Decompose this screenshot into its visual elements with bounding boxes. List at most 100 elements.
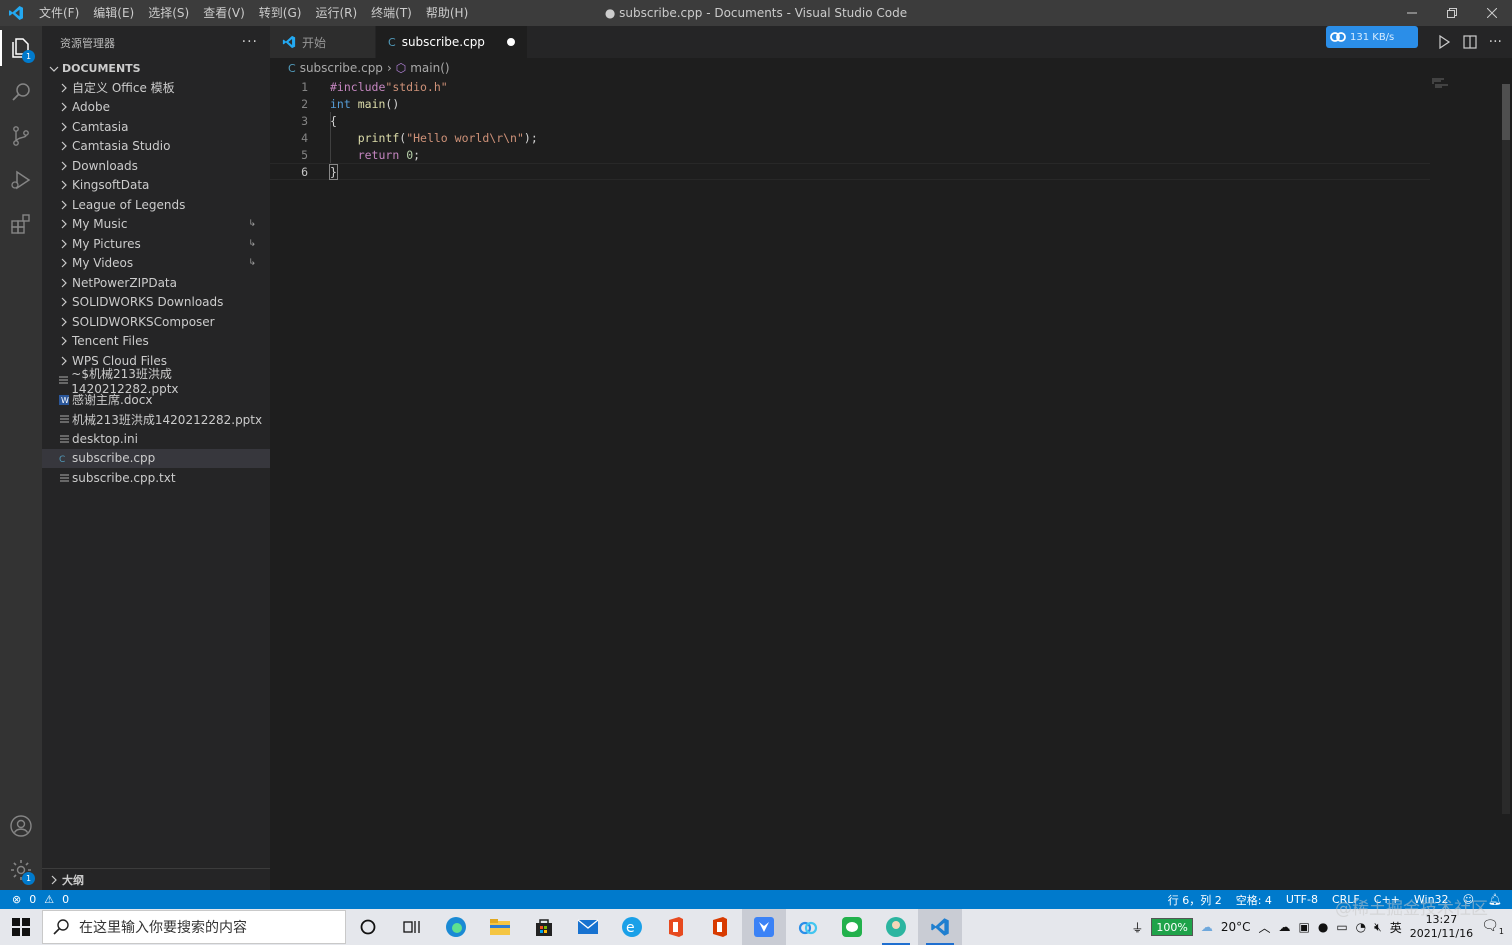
line-number: 6	[301, 164, 308, 179]
taskbar-ie[interactable]: e	[610, 909, 654, 945]
menu-terminal[interactable]: 终端(T)	[364, 0, 419, 26]
menu-selection[interactable]: 选择(S)	[141, 0, 196, 26]
qq-icon[interactable]: ●	[1318, 920, 1328, 934]
display-icon[interactable]: ▣	[1298, 920, 1309, 934]
more-actions-button[interactable]: ···	[242, 34, 258, 50]
restore-icon	[1447, 8, 1457, 18]
breadcrumb-file[interactable]: subscribe.cpp	[300, 61, 383, 75]
taskbar-mail[interactable]	[566, 909, 610, 945]
title-bar: 文件(F) 编辑(E) 选择(S) 查看(V) 转到(G) 运行(R) 终端(T…	[0, 0, 1512, 26]
tab-welcome[interactable]: 开始	[270, 26, 376, 58]
menu-view[interactable]: 查看(V)	[196, 0, 252, 26]
editor-scrollbar[interactable]	[1502, 84, 1510, 814]
tree-folder[interactable]: Tencent Files	[42, 332, 270, 352]
activity-accounts[interactable]	[0, 804, 42, 848]
split-editor-icon[interactable]	[1463, 35, 1477, 49]
activity-search[interactable]	[0, 70, 42, 114]
menu-file[interactable]: 文件(F)	[32, 0, 86, 26]
scrollbar-thumb[interactable]	[1502, 84, 1510, 140]
minimize-button[interactable]	[1392, 0, 1432, 26]
tab-subscribe-cpp[interactable]: C subscribe.cpp	[376, 26, 528, 58]
restore-button[interactable]	[1432, 0, 1472, 26]
problems-indicator[interactable]: ⊗ 0 ⚠ 0	[0, 893, 69, 906]
taskbar-wps[interactable]	[698, 909, 742, 945]
more-icon[interactable]: ···	[1489, 34, 1502, 50]
minimize-icon	[1407, 12, 1417, 14]
task-view-button[interactable]	[390, 909, 434, 945]
svg-text:W: W	[61, 396, 69, 405]
bell-icon[interactable]: 🔔︎	[1488, 893, 1502, 906]
close-button[interactable]	[1472, 0, 1512, 26]
taskbar-edge[interactable]	[434, 909, 478, 945]
chevron-up-icon[interactable]: ︿	[1258, 919, 1270, 936]
tree-folder[interactable]: Adobe	[42, 98, 270, 118]
taskbar-wechat[interactable]	[830, 909, 874, 945]
activity-source-control[interactable]	[0, 114, 42, 158]
activity-run-debug[interactable]	[0, 158, 42, 202]
taskbar-file-explorer[interactable]	[478, 909, 522, 945]
taskbar-feishu[interactable]	[742, 909, 786, 945]
taskbar-search-box[interactable]: 在这里输入你要搜索的内容	[42, 910, 346, 944]
taskbar-baidu-netdisk[interactable]	[786, 909, 830, 945]
wifi-icon[interactable]: ◔	[1356, 920, 1366, 934]
tree-folder[interactable]: 自定义 Office 模板	[42, 78, 270, 98]
menu-help[interactable]: 帮助(H)	[419, 0, 475, 26]
taskbar-vscode[interactable]	[918, 909, 962, 945]
tree-folder[interactable]: Camtasia	[42, 117, 270, 137]
battery-tray-icon[interactable]: ▭	[1336, 920, 1347, 934]
run-icon[interactable]	[1437, 35, 1451, 49]
taskbar-avatar-app[interactable]	[874, 909, 918, 945]
cpp-file-icon: C	[288, 61, 296, 75]
minimap[interactable]	[1432, 78, 1450, 88]
volume-mute-icon[interactable]: 🔇︎	[1374, 920, 1382, 935]
taskbar-office[interactable]	[654, 909, 698, 945]
tree-file[interactable]: desktop.ini	[42, 429, 270, 449]
taskbar-store[interactable]	[522, 909, 566, 945]
tree-folder[interactable]: SOLIDWORKS Downloads	[42, 293, 270, 313]
tree-folder[interactable]: KingsoftData	[42, 176, 270, 196]
input-method[interactable]: 英	[1390, 919, 1402, 936]
tree-folder[interactable]: NetPowerZIPData	[42, 273, 270, 293]
outline-section-header[interactable]: 大纲	[42, 868, 270, 890]
unsaved-dot-icon[interactable]	[506, 38, 515, 46]
chevron-right-icon	[46, 875, 62, 885]
temperature[interactable]: 20°C	[1221, 920, 1251, 934]
code-token: ()	[385, 96, 400, 111]
start-button[interactable]	[0, 909, 42, 945]
editor-actions: ···	[1437, 26, 1502, 58]
tree-file[interactable]: ~$机械213班洪成1420212282.pptx	[42, 367, 270, 396]
indentation[interactable]: 空格: 4	[1236, 892, 1272, 908]
tree-folder[interactable]: My Pictures ↳	[42, 234, 270, 254]
code-editor[interactable]: 1 #include"stdio.h" 2 int main() 3 { 4 p…	[270, 78, 1512, 890]
tree-file[interactable]: W 感谢主席.docx	[42, 390, 270, 410]
battery-indicator[interactable]: 100%	[1151, 918, 1193, 936]
activity-extensions[interactable]	[0, 202, 42, 246]
onedrive-icon[interactable]: ☁	[1278, 920, 1290, 934]
tree-folder[interactable]: Camtasia Studio	[42, 137, 270, 157]
menu-run[interactable]: 运行(R)	[308, 0, 364, 26]
code-token: #include	[330, 79, 386, 94]
cursor-position[interactable]: 行 6，列 2	[1168, 892, 1222, 908]
line-number: 2	[301, 96, 308, 111]
menu-edit[interactable]: 编辑(E)	[86, 0, 141, 26]
breadcrumb-symbol[interactable]: main()	[410, 61, 449, 75]
activity-explorer[interactable]: 1	[0, 26, 42, 70]
tree-folder[interactable]: League of Legends	[42, 195, 270, 215]
chevron-right-icon	[56, 317, 72, 327]
notification-icon[interactable]: 🗨︎1	[1481, 918, 1504, 936]
menu-go[interactable]: 转到(G)	[252, 0, 309, 26]
tree-folder[interactable]: SOLIDWORKSComposer	[42, 312, 270, 332]
cortana-button[interactable]	[346, 909, 390, 945]
documents-section-header[interactable]: DOCUMENTS	[42, 59, 270, 78]
tree-file-selected[interactable]: Csubscribe.cpp	[42, 448, 270, 468]
tree-folder[interactable]: My Music ↳	[42, 215, 270, 235]
tree-file[interactable]: subscribe.cpp.txt	[42, 468, 270, 488]
activity-manage[interactable]: 1	[0, 848, 42, 892]
store-icon	[536, 919, 552, 936]
tree-folder-label: KingsoftData	[72, 178, 150, 193]
tree-folder[interactable]: Downloads	[42, 156, 270, 176]
tree-folder[interactable]: My Videos ↳	[42, 254, 270, 274]
tree-file[interactable]: 机械213班洪成1420212282.pptx	[42, 410, 270, 430]
encoding[interactable]: UTF-8	[1286, 893, 1318, 906]
code-token: {	[330, 113, 337, 128]
